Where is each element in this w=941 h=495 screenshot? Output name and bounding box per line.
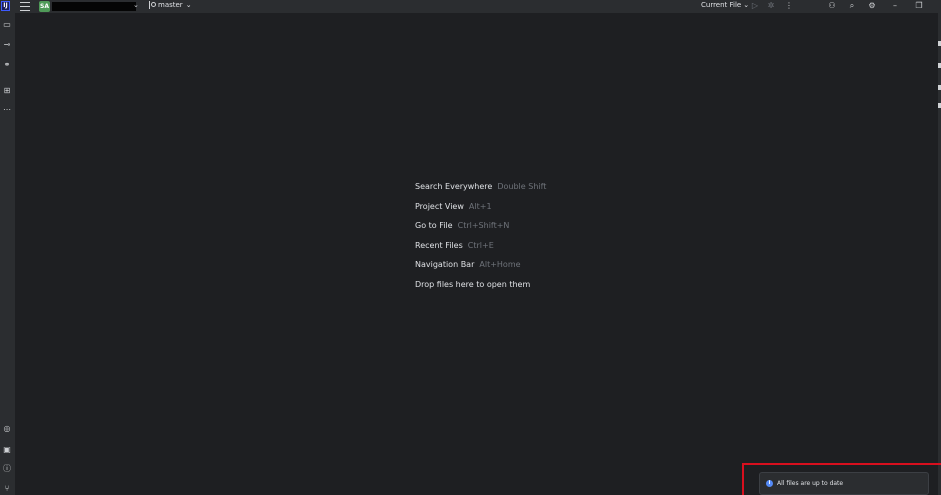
hint-shortcut: Ctrl+E [467,240,494,250]
project-badge[interactable]: SA [39,1,50,12]
hint-go-to-file: Go to File Ctrl+Shift+N [415,220,546,240]
project-name-redacted[interactable] [52,2,136,11]
settings-icon[interactable]: ⚙ [867,1,877,11]
minimize-icon[interactable]: – [890,1,900,11]
hint-shortcut: Alt+1 [468,201,492,211]
add-user-icon[interactable]: ⚇ [827,1,837,11]
hint-label: Go to File [415,221,453,230]
terminal-icon[interactable]: ▣ [2,445,12,455]
branch-icon [148,1,156,9]
commit-icon[interactable]: ⊸ [2,40,12,50]
more-icon[interactable]: ⋮ [784,1,794,11]
run-config-chevron-down-icon: ⌄ [743,1,750,9]
more-tools-icon[interactable]: ⋯ [2,105,12,115]
hint-label: Project View [415,201,464,211]
hint-label: Drop files here to open them [415,279,531,289]
search-icon[interactable]: ⌕ [847,1,857,11]
hint-project-view: Project View Alt+1 [415,201,546,221]
run-icon[interactable]: ▷ [750,1,760,11]
branch-chevron-down-icon: ⌄ [185,1,192,9]
hint-label: Search Everywhere [415,182,493,191]
hint-drop-files: Drop files here to open them [415,279,546,299]
services-icon[interactable]: ◎ [2,424,12,434]
project-chevron-down-icon[interactable]: ⌄ [133,1,139,9]
run-configuration-label: Current File [701,1,742,9]
branch-name: master [158,1,183,9]
hint-navigation-bar: Navigation Bar Alt+Home [415,259,546,279]
empty-editor-hints: Search Everywhere Double Shift Project Vi… [415,181,546,298]
hint-shortcut: Double Shift [497,182,547,191]
hint-shortcut: Ctrl+Shift+N [457,221,510,230]
branch-selector[interactable]: master ⌄ [148,1,192,9]
restore-icon[interactable]: ❐ [914,1,924,11]
hint-shortcut: Alt+Home [479,260,521,269]
version-control-icon[interactable]: ⑂ [2,484,12,494]
problems-icon[interactable]: ⓘ [2,464,12,474]
app-logo-icon[interactable]: IJ [1,1,10,11]
notification-balloon[interactable]: i All files are up to date [759,472,929,495]
left-tool-strip: ▭ ⊸ ⚭ ⊞ ⋯ ◎ ▣ ⓘ ⑂ [0,13,15,495]
hint-label: Recent Files [415,240,463,250]
structure-icon[interactable]: ⊞ [2,86,12,96]
hint-label: Navigation Bar [415,260,475,269]
hint-recent-files: Recent Files Ctrl+E [415,240,546,260]
folder-icon[interactable]: ▭ [2,20,12,30]
run-configuration-selector[interactable]: Current File ⌄ [701,1,749,9]
hint-search-everywhere: Search Everywhere Double Shift [415,181,546,201]
main-menu-icon[interactable] [20,2,30,11]
info-icon: i [766,480,773,487]
debug-icon[interactable]: ✲ [766,1,776,11]
notification-text: All files are up to date [777,480,844,487]
git-icon[interactable]: ⚭ [2,60,12,70]
title-bar: IJ SA ⌄ master ⌄ Current File ⌄ ▷ ✲ ⋮ ⚇ … [0,0,941,13]
